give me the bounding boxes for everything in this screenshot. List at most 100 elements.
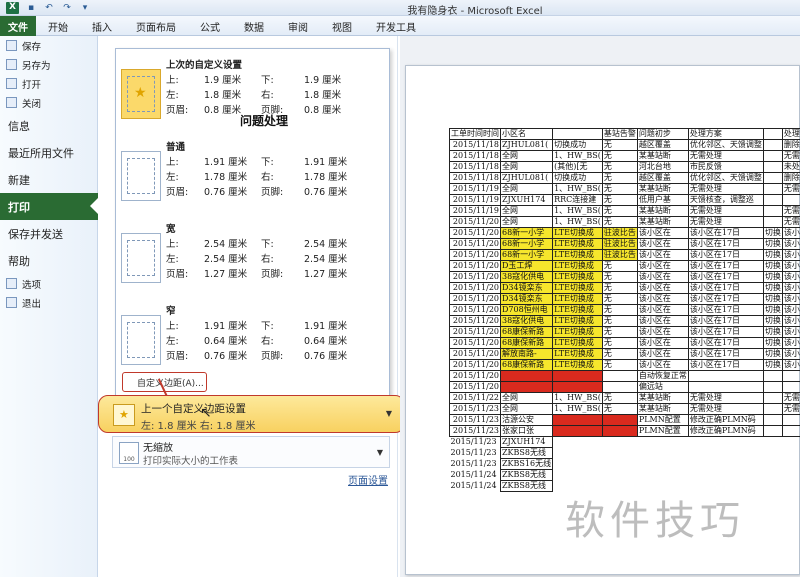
table-row: 2015/11/19 ZJXUH174 RRC连接建无低用户基 天馈核查，调整巡 [449,194,800,206]
table-cell: 该小区在 [636,238,689,250]
table-cell: 2015/11/20 [449,337,501,349]
nav-item-close[interactable]: 关闭 [0,93,97,112]
nav-section[interactable]: 信息 [0,112,97,139]
table-cell: 无需处 [781,150,800,162]
margin-value: 0.76 厘米 [304,187,348,198]
table-cell: 该小区在17日 [687,326,764,338]
ribbon-tab[interactable]: 开发工具 [364,16,428,36]
table-cell [762,392,783,404]
margin-label: 上: [166,75,179,86]
table-cell: LTE切换成 [552,359,603,371]
table-row: 2015/11/20 68新一小学 LTE切换成 驻波比告 该小区在 该小区在17日 切换该… [449,227,800,239]
margin-preset-name: 上次的自定义设置 [166,60,243,71]
nav-item-options[interactable]: 选项 [0,274,97,293]
last-custom-detail: 左: 1.8 厘米 右: 1.8 厘米 [141,421,256,432]
margin-value: 0.64 厘米 [204,336,248,347]
chevron-down-icon[interactable]: ▼ [386,409,392,418]
table-cell: 全网 [499,161,554,173]
table-cell: 2015/11/20 [449,359,501,371]
table-cell: LTE切换成 [552,260,603,272]
table-cell [601,381,638,393]
table-cell: 2015/11/23 [449,414,501,426]
table-row: 2015/11/20 自动恢复正常 [449,370,800,382]
margin-value: 1.78 厘米 [304,172,348,183]
table-cell: 全网 [499,216,554,228]
nav-item-label: 选项 [22,279,42,291]
nav-section[interactable]: 保存并发送 [0,220,97,247]
title-bar: X ▪ ↶ ↷ ▾ 我有隐身衣 - Microsoft Excel [0,0,800,17]
nav-item-save-as[interactable]: 另存为 [0,55,97,74]
nav-item-label: 保存 [22,41,42,53]
table-row: 2015/11/23 张家口张 PLMN配置 修改正确PLMN码 [449,425,800,437]
ribbon-tab[interactable]: 公式 [188,16,232,36]
ribbon-tab[interactable]: 插入 [80,16,124,36]
margin-label: 页眉: [166,187,189,198]
nav-section[interactable]: 帮助 [0,247,97,274]
table-cell [553,459,603,470]
table-cell: 该小区在17日 [687,293,764,305]
table-cell: 2015/11/18 [449,150,501,162]
margin-preset-icon: ★ [121,69,161,119]
nav-section[interactable]: 新建 [0,166,97,193]
table-cell [688,459,763,470]
margin-label: 页脚: [261,187,284,198]
ribbon-tab[interactable]: 开始 [36,16,80,36]
table-cell [552,414,603,426]
table-cell: LTE切换成 [552,337,603,349]
nav-item-open[interactable]: 打开 [0,74,97,93]
margin-value: 0.76 厘米 [204,351,248,362]
table-row: 2015/11/20 D玉工焊 LTE切换成无该小区在 该小区在17日 切换 该小 [449,260,800,272]
preview-table: 工单时间时间小区名基站告警问题初步处理方案处理方案2015/11/18ZJHUL… [449,128,800,492]
table-header-row: 工单时间时间小区名基站告警问题初步处理方案处理方案 [449,128,800,140]
table-cell: LTE切换成 [552,282,603,294]
margin-preset[interactable]: 窄上: 1.91 厘米 下: 1.91 厘米 左: 0.64 厘米 右: 0.64 厘米 页眉:… [116,295,389,377]
table-cell [601,425,638,437]
exit-icon [6,297,17,308]
margin-value: 1.91 厘米 [204,157,248,168]
nav-print-active[interactable]: 打印 [0,193,99,220]
table-cell: 该小区在 [636,227,689,239]
table-cell: 2015/11/20 [449,348,501,360]
nav-item-save[interactable]: 保存 [0,36,97,55]
table-cell [553,470,603,481]
table-cell: 1、HW_BS( [552,392,603,404]
table-cell: 该小 [781,304,800,316]
table-cell: D34镜栾东 [499,282,554,294]
margin-preset[interactable]: 宽上: 2.54 厘米 下: 2.54 厘米 左: 2.54 厘米 右: 2.54 厘米 页眉:… [116,213,389,295]
table-cell [553,437,603,448]
ribbon-tab[interactable]: 页面布局 [124,16,188,36]
page-setup-link[interactable]: 页面设置 [348,472,388,487]
table-cell: 无需处理 [687,183,764,195]
margin-value: 0.76 厘米 [304,351,348,362]
margin-value: 2.54 厘米 [204,254,248,265]
table-cell [763,459,782,470]
table-cell [552,381,603,393]
scaling-button[interactable]: 100 无缩放 打印实际大小的工作表 ▼ [112,436,390,468]
last-custom-margins-button[interactable]: ★ 上一个自定义边距设置 左: 1.8 厘米 右: 1.8 厘米 ▼ [98,395,405,433]
nav-section[interactable]: 最近所用文件 [0,139,97,166]
chevron-down-icon[interactable]: ▼ [377,448,383,457]
column-header: 处理方案 [687,128,764,140]
table-cell: 全网 [499,183,554,195]
table-cell: 1、HW_BS( [552,403,603,415]
ribbon-tab[interactable]: 视图 [320,16,364,36]
nav-item-exit[interactable]: 退出 [0,293,97,312]
table-cell: LTE切换成 [552,304,603,316]
table-cell: 2015/11/18 [449,161,501,173]
table-cell: 该小 [781,282,800,294]
table-cell [782,481,800,492]
table-cell: 无 [601,359,638,371]
table-row: 2015/11/20 68康保新路 LTE切换成无该小区在 该小区在17日 切换 该小 [449,337,800,349]
table-cell: 该小区在 [636,282,689,294]
table-cell: ZJHUL081( [499,172,554,184]
table-cell [762,414,783,426]
margin-preset[interactable]: 普通 上: 1.91 厘米 下: 1.91 厘米 左: 1.78 厘米 右: 1.78 厘米 页眉… [116,131,389,213]
ribbon-tab[interactable]: 数据 [232,16,276,36]
table-cell: 无 [601,271,638,283]
table-cell [781,425,800,437]
table-cell: 该小 [781,249,800,261]
tab-file[interactable]: 文件 [0,16,36,36]
ribbon-tab[interactable]: 审阅 [276,16,320,36]
table-cell: 该小区在17日 [687,238,764,250]
margin-value: 1.91 厘米 [204,321,248,332]
